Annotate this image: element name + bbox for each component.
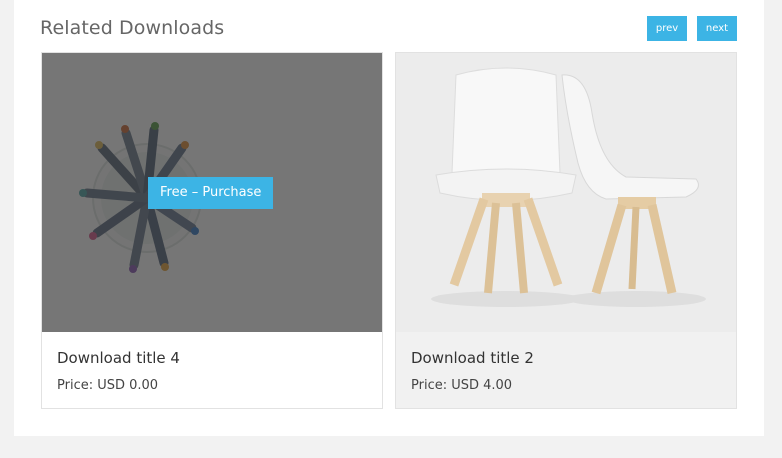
download-title-link[interactable]: Download title 4 [57, 349, 180, 367]
download-price: Price: USD 0.00 [57, 378, 159, 393]
free-purchase-button[interactable]: Free – Purchase [148, 177, 274, 209]
section-title: Related Downloads [40, 17, 225, 39]
prev-button[interactable]: prev [647, 16, 687, 41]
download-price: Price: USD 4.00 [411, 378, 513, 393]
white-chairs-image [396, 53, 736, 332]
download-card[interactable]: Download title 2 Price: USD 4.00 [395, 52, 737, 409]
related-downloads-panel: Related Downloads prev next Free – Purch… [14, 0, 764, 436]
download-thumbnail[interactable] [396, 53, 736, 332]
download-card[interactable]: Free – Purchase Download title 4 Price: … [41, 52, 383, 409]
card-body: Download title 4 Price: USD 0.00 [42, 332, 382, 408]
download-thumbnail[interactable]: Free – Purchase [42, 53, 382, 332]
next-button[interactable]: next [697, 16, 737, 41]
download-title-link[interactable]: Download title 2 [411, 349, 534, 367]
card-body: Download title 2 Price: USD 4.00 [396, 332, 736, 408]
